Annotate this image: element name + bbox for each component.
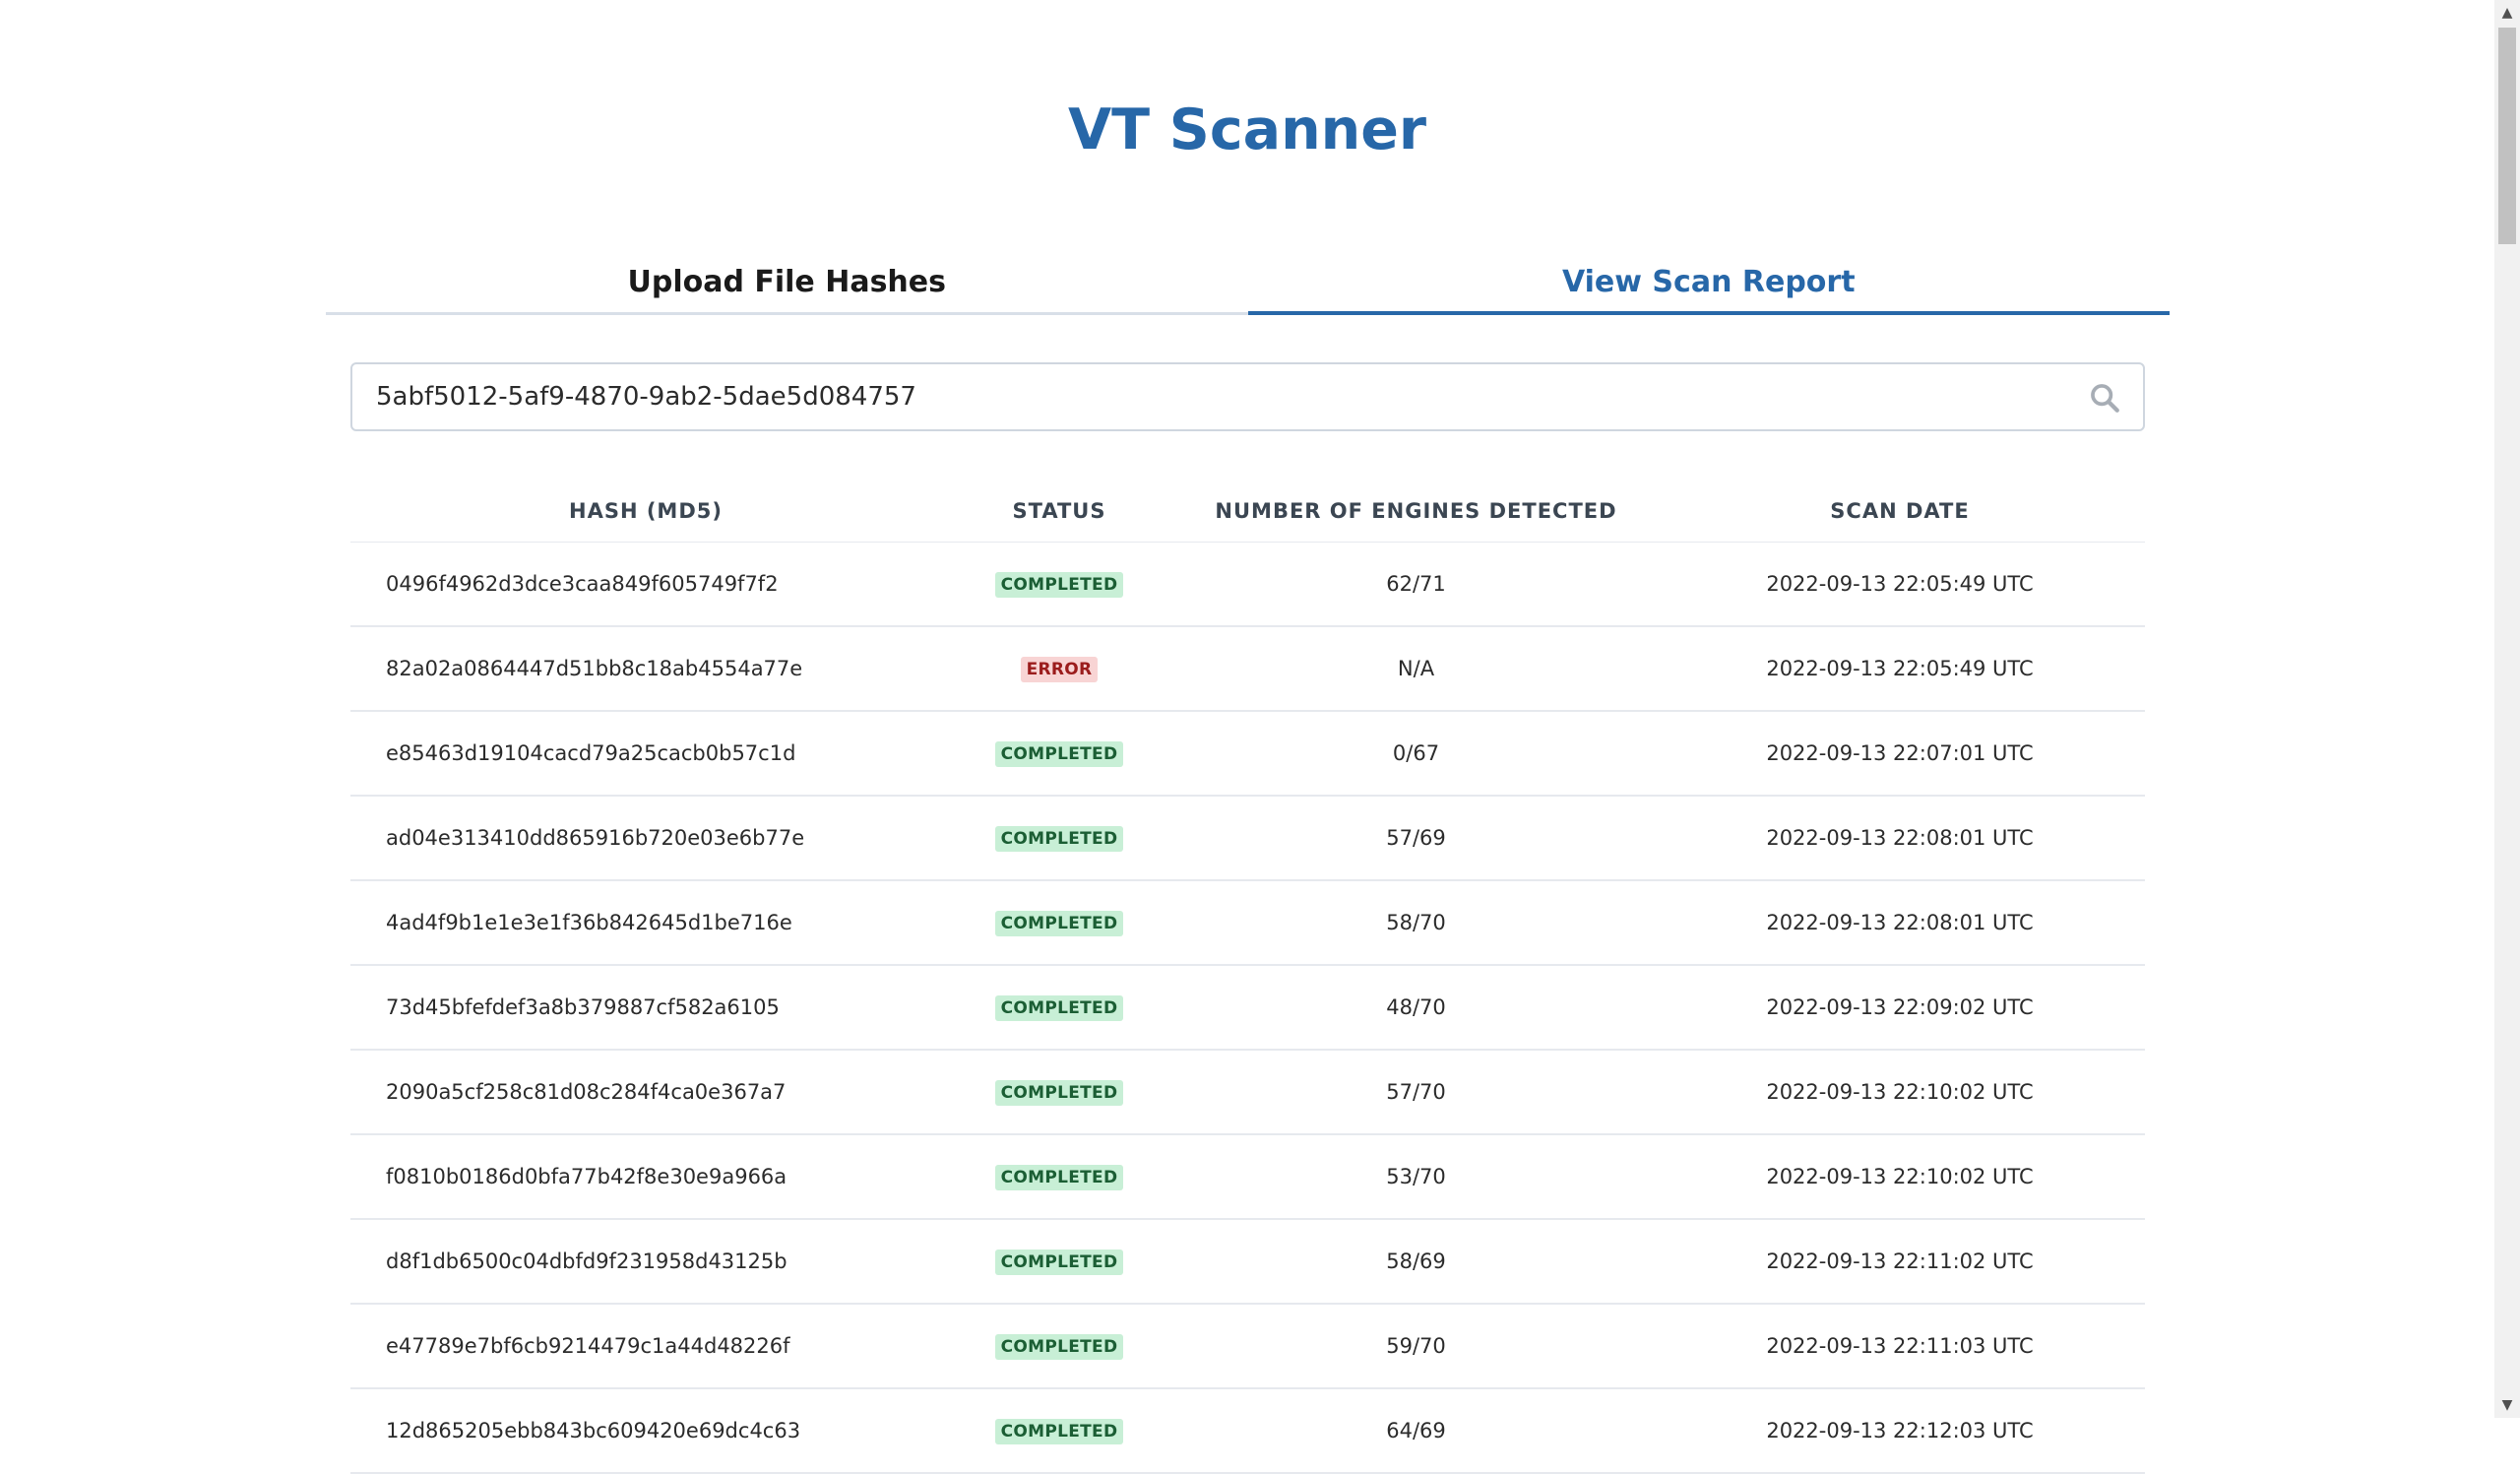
table-row: 82a02a0864447d51bb8c18ab4554a77e ERROR N/A…: [350, 626, 2145, 712]
status-cell: COMPLETED: [941, 542, 1177, 627]
tab-upload-file-hashes[interactable]: Upload File Hashes: [326, 254, 1248, 315]
status-cell: COMPLETED: [941, 880, 1177, 966]
hash-cell: d8f1db6500c04dbfd9f231958d43125b: [350, 1219, 941, 1305]
status-cell: COMPLETED: [941, 1219, 1177, 1305]
column-header-scan-date: SCAN DATE: [1655, 481, 2145, 543]
status-badge: COMPLETED: [994, 740, 1124, 767]
engines-detected-cell: 0/67: [1177, 711, 1655, 797]
search-icon[interactable]: [2088, 381, 2121, 415]
scan-date-cell: 2022-09-13 22:08:01 UTC: [1655, 880, 2145, 966]
scan-date-cell: 2022-09-13 22:11:03 UTC: [1655, 1304, 2145, 1389]
engines-detected-cell: 57/70: [1177, 1050, 1655, 1135]
hash-cell: ad04e313410dd865916b720e03e6b77e: [350, 796, 941, 881]
page: VT Scanner Upload File Hashes View Scan …: [0, 0, 2494, 1474]
scan-date-cell: 2022-09-13 22:08:01 UTC: [1655, 796, 2145, 881]
table-row: 2090a5cf258c81d08c284f4ca0e367a7 COMPLETE…: [350, 1050, 2145, 1135]
status-badge: COMPLETED: [994, 910, 1124, 936]
engines-detected-cell: 48/70: [1177, 965, 1655, 1051]
hash-cell: 82a02a0864447d51bb8c18ab4554a77e: [350, 626, 941, 712]
hash-cell: 2090a5cf258c81d08c284f4ca0e367a7: [350, 1050, 941, 1135]
status-badge: COMPLETED: [994, 1333, 1124, 1360]
search-box: [350, 362, 2145, 431]
table-row: d8f1db6500c04dbfd9f231958d43125b COMPLETE…: [350, 1219, 2145, 1305]
status-cell: COMPLETED: [941, 796, 1177, 881]
engines-detected-cell: N/A: [1177, 626, 1655, 712]
engines-detected-cell: 62/71: [1177, 542, 1655, 627]
scan-date-cell: 2022-09-13 22:05:49 UTC: [1655, 542, 2145, 627]
tab-view-scan-report[interactable]: View Scan Report: [1247, 254, 2170, 315]
engines-detected-cell: 59/70: [1177, 1304, 1655, 1389]
status-badge: COMPLETED: [994, 1418, 1124, 1444]
status-cell: COMPLETED: [941, 711, 1177, 797]
engines-detected-cell: 53/70: [1177, 1134, 1655, 1220]
table-row: 73d45bfefdef3a8b379887cf582a6105 COMPLETE…: [350, 965, 2145, 1051]
scan-date-cell: 2022-09-13 22:11:02 UTC: [1655, 1219, 2145, 1305]
status-badge: ERROR: [1020, 656, 1099, 682]
status-cell: COMPLETED: [941, 1134, 1177, 1220]
status-cell: ERROR: [941, 626, 1177, 712]
scan-date-cell: 2022-09-13 22:09:02 UTC: [1655, 965, 2145, 1051]
table-row: f0810b0186d0bfa77b42f8e30e9a966a COMPLETE…: [350, 1134, 2145, 1220]
column-header-hash: HASH (MD5): [350, 481, 941, 543]
hash-cell: 73d45bfefdef3a8b379887cf582a6105: [350, 965, 941, 1051]
hash-cell: 0496f4962d3dce3caa849f605749f7f2: [350, 542, 941, 627]
column-header-engines: NUMBER OF ENGINES DETECTED: [1177, 481, 1655, 543]
scan-date-cell: 2022-09-13 22:10:02 UTC: [1655, 1134, 2145, 1220]
engines-detected-cell: 58/69: [1177, 1219, 1655, 1305]
scroll-up-arrow-icon[interactable]: ▲: [2494, 0, 2520, 26]
hash-cell: 12d865205ebb843bc609420e69dc4c63: [350, 1388, 941, 1474]
hash-cell: e47789e7bf6cb9214479c1a44d48226f: [350, 1304, 941, 1389]
status-cell: COMPLETED: [941, 965, 1177, 1051]
engines-detected-cell: 64/69: [1177, 1388, 1655, 1474]
scrollbar-thumb[interactable]: [2498, 28, 2516, 244]
engines-detected-cell: 57/69: [1177, 796, 1655, 881]
status-badge: COMPLETED: [994, 825, 1124, 852]
engines-detected-cell: 58/70: [1177, 880, 1655, 966]
scan-date-cell: 2022-09-13 22:07:01 UTC: [1655, 711, 2145, 797]
status-badge: COMPLETED: [994, 1164, 1124, 1190]
column-header-status: STATUS: [941, 481, 1177, 543]
vertical-scrollbar[interactable]: ▲ ▼: [2494, 0, 2520, 1418]
status-badge: COMPLETED: [994, 1079, 1124, 1106]
table-row: e47789e7bf6cb9214479c1a44d48226f COMPLETE…: [350, 1304, 2145, 1389]
status-badge: COMPLETED: [994, 571, 1124, 598]
status-badge: COMPLETED: [994, 1249, 1124, 1275]
table-body: 0496f4962d3dce3caa849f605749f7f2 COMPLETE…: [350, 542, 2145, 1474]
table-row: 4ad4f9b1e1e3e1f36b842645d1be716e COMPLETE…: [350, 880, 2145, 966]
status-badge: COMPLETED: [994, 994, 1124, 1021]
status-cell: COMPLETED: [941, 1304, 1177, 1389]
table-row: e85463d19104cacd79a25cacb0b57c1d COMPLETE…: [350, 711, 2145, 797]
status-cell: COMPLETED: [941, 1050, 1177, 1135]
scan-date-cell: 2022-09-13 22:12:03 UTC: [1655, 1388, 2145, 1474]
tab-bar: Upload File Hashes View Scan Report: [326, 254, 2170, 315]
app-title: VT Scanner: [1067, 97, 1427, 162]
scan-date-cell: 2022-09-13 22:10:02 UTC: [1655, 1050, 2145, 1135]
scroll-down-arrow-icon[interactable]: ▼: [2494, 1392, 2520, 1418]
table-row: 0496f4962d3dce3caa849f605749f7f2 COMPLETE…: [350, 542, 2145, 627]
table-row: 12d865205ebb843bc609420e69dc4c63 COMPLETE…: [350, 1388, 2145, 1474]
hash-cell: e85463d19104cacd79a25cacb0b57c1d: [350, 711, 941, 797]
scan-id-search-input[interactable]: [376, 364, 2049, 429]
table-header-row: HASH (MD5) STATUS NUMBER OF ENGINES DETE…: [350, 481, 2145, 543]
hash-cell: 4ad4f9b1e1e3e1f36b842645d1be716e: [350, 880, 941, 966]
hash-cell: f0810b0186d0bfa77b42f8e30e9a966a: [350, 1134, 941, 1220]
scan-date-cell: 2022-09-13 22:05:49 UTC: [1655, 626, 2145, 712]
scan-report-table: HASH (MD5) STATUS NUMBER OF ENGINES DETE…: [350, 481, 2145, 1474]
status-cell: COMPLETED: [941, 1388, 1177, 1474]
table-row: ad04e313410dd865916b720e03e6b77e COMPLETE…: [350, 796, 2145, 881]
